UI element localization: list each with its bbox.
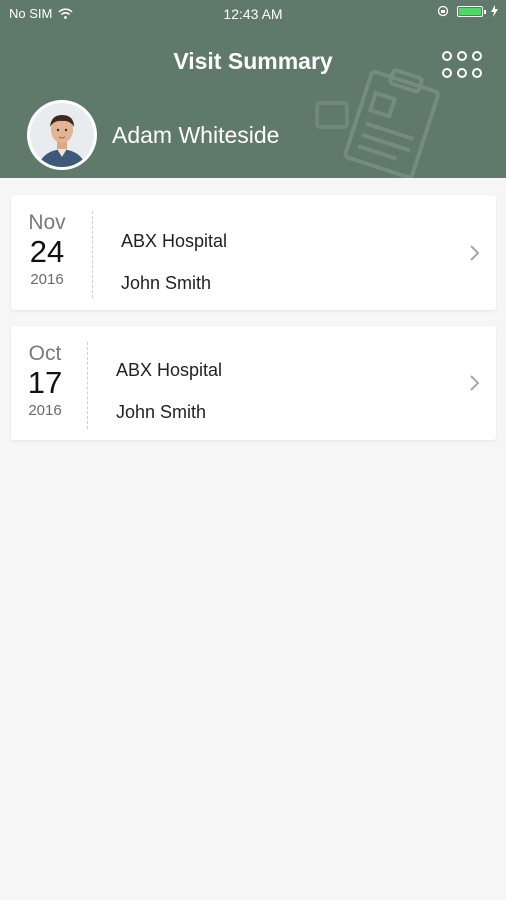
visit-year: 2016 bbox=[28, 402, 62, 419]
visit-year: 2016 bbox=[30, 271, 64, 288]
grid-dots-icon bbox=[472, 68, 482, 78]
chevron-right-icon bbox=[470, 375, 480, 391]
status-bar: No SIM 12:43 AM bbox=[0, 0, 506, 26]
charging-icon bbox=[491, 5, 498, 17]
visit-month: Oct bbox=[28, 342, 62, 365]
user-name: Adam Whiteside bbox=[112, 122, 280, 148]
user-avatar-photo bbox=[30, 103, 94, 167]
visit-date: Oct 17 2016 bbox=[9, 342, 81, 423]
visit-hospital: ABX Hospital bbox=[116, 360, 223, 380]
status-right bbox=[437, 5, 498, 17]
visit-card[interactable]: Oct 17 2016 ABX Hospital John Smith bbox=[11, 326, 496, 440]
visit-card[interactable]: Nov 24 2016 ABX Hospital John Smith bbox=[11, 195, 496, 310]
chevron-right-icon bbox=[470, 245, 480, 261]
orientation-lock-icon bbox=[437, 5, 449, 17]
status-time: 12:43 AM bbox=[223, 6, 283, 22]
grid-dots-icon bbox=[472, 51, 482, 61]
date-divider bbox=[92, 211, 93, 298]
battery-icon bbox=[457, 5, 486, 17]
date-divider bbox=[87, 342, 88, 429]
visit-hospital: ABX Hospital bbox=[121, 231, 228, 251]
app-header: No SIM 12:43 AM Visit Summary Adam White… bbox=[0, 0, 506, 178]
avatar[interactable] bbox=[27, 100, 97, 170]
visit-day: 17 bbox=[27, 365, 63, 400]
visit-doctor: John Smith bbox=[116, 402, 207, 422]
clipboard-watermark-icon bbox=[315, 68, 440, 178]
battery-fill bbox=[459, 7, 481, 15]
visit-date: Nov 24 2016 bbox=[11, 211, 83, 292]
visit-day: 24 bbox=[29, 234, 65, 269]
visit-month: Nov bbox=[28, 211, 66, 234]
visit-doctor: John Smith bbox=[121, 273, 212, 293]
